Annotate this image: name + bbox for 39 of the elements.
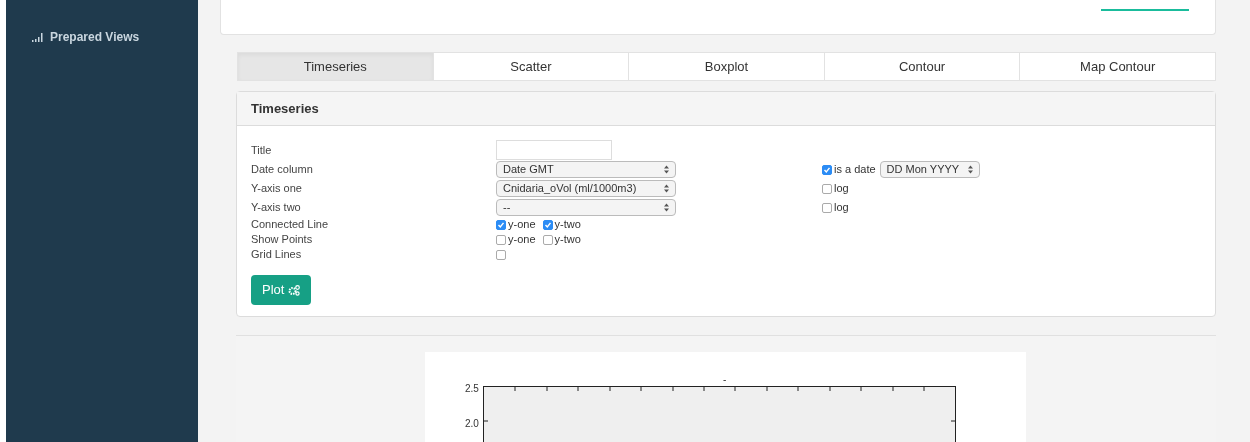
field-label: Title [251,142,273,158]
field-label: Date column [251,162,314,178]
field-label: Grid Lines [251,247,303,263]
checkbox-label: y-two [554,232,581,248]
plot-title: - [723,373,727,387]
updown-arrows-icon [664,165,669,175]
field-label: Y-axis two [251,200,302,216]
select-field[interactable]: Cnidaria_oVol (ml/1000m3) [496,180,676,198]
updown-arrows-icon [967,165,973,175]
field-label: Show Points [251,232,314,248]
checkbox[interactable] [822,164,832,175]
field-label: Y-axis one [251,181,303,197]
checkbox[interactable] [822,183,832,194]
checkbox-label: y-one [508,217,536,233]
date-format-select[interactable]: DD Mon YYYY [879,161,980,179]
sidebar-item[interactable]: Prepared Views [32,28,198,46]
checkbox[interactable] [542,234,553,245]
checkbox[interactable] [496,219,506,230]
checkbox[interactable] [542,219,553,230]
panel-title: Timeseries [251,99,319,118]
updown-arrows-icon [664,203,669,213]
checkbox-label: log [834,200,849,216]
checkbox-label: y-one [508,232,536,248]
y-tick-label: 2.0 [465,417,479,431]
title-input[interactable] [496,140,612,161]
checkbox-label: log [834,181,849,197]
checkbox[interactable] [496,234,506,245]
y-tick-label: 2.5 [465,382,479,396]
gears-icon [288,284,301,296]
checkbox[interactable] [822,202,832,213]
signal-bars-icon [32,32,43,42]
updown-arrows-icon [664,184,669,194]
select-field[interactable]: Date GMT [496,161,676,179]
field-label: Connected Line [251,217,330,233]
select-field[interactable]: -- [496,199,676,217]
checkbox-label: y-two [554,217,581,233]
tab[interactable]: Timeseries [238,52,433,81]
checkbox-label: is a date [834,162,876,178]
checkbox[interactable] [496,249,506,260]
